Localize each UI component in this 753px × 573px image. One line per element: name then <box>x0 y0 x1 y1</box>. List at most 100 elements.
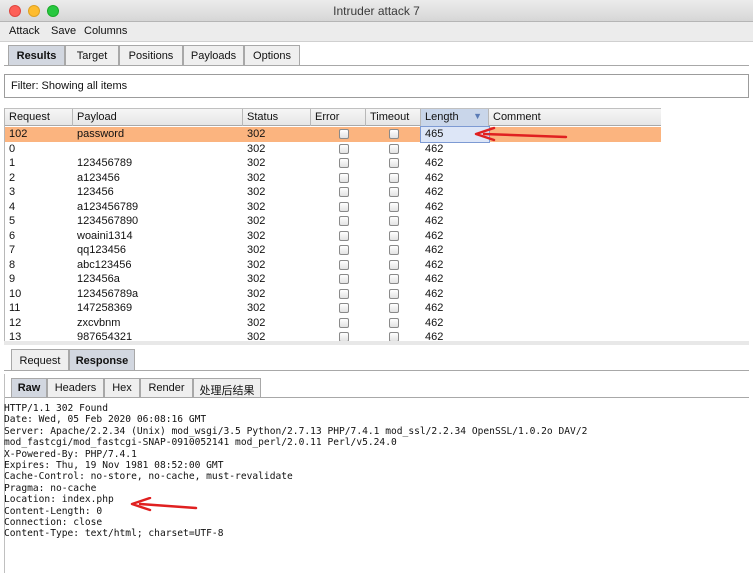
tab-render[interactable]: Render <box>140 378 193 398</box>
table-row[interactable]: 5 1234567890 302 462 <box>5 214 661 229</box>
cell-length: 462 <box>425 229 444 242</box>
cell-payload: 987654321 <box>77 331 133 341</box>
timeout-checkbox <box>389 187 399 197</box>
error-checkbox <box>339 332 349 341</box>
table-row[interactable]: 3 123456 302 462 <box>5 185 661 200</box>
error-checkbox <box>339 288 349 299</box>
cell-request: 9 <box>9 273 16 285</box>
cell-length: 462 <box>425 273 444 285</box>
response-line: Location: index.php <box>4 494 114 506</box>
cell-payload: woaini1314 <box>77 229 133 242</box>
table-row[interactable]: 11 147258369 302 462 <box>5 301 661 316</box>
table-row[interactable]: 6 woaini1314 302 462 <box>5 229 661 244</box>
tab-processed-result[interactable]: 处理后结果 <box>193 378 261 398</box>
cell-payload: a123456789 <box>77 200 139 213</box>
tab-raw[interactable]: Raw <box>11 378 47 398</box>
response-line: HTTP/1.1 302 Found <box>4 403 108 414</box>
table-row[interactable]: 10 123456789a 302 462 <box>5 287 661 302</box>
error-checkbox <box>339 274 349 284</box>
cell-request: 5 <box>9 215 16 227</box>
cell-request: 2 <box>9 171 16 184</box>
menu-attack[interactable]: Attack <box>9 25 40 37</box>
timeout-checkbox <box>389 259 399 270</box>
tab-request[interactable]: Request <box>11 349 69 371</box>
horizontal-scrollbar[interactable] <box>4 341 749 345</box>
cell-length: 462 <box>425 171 444 184</box>
column-header-payload[interactable]: Payload <box>73 109 243 126</box>
cell-status: 302 <box>247 215 266 227</box>
raw-response-text[interactable]: HTTP/1.1 302 Found Date: Wed, 05 Feb 2020… <box>4 403 749 540</box>
menu-save[interactable]: Save <box>51 25 76 37</box>
error-checkbox <box>339 143 349 154</box>
title-bar: Intruder attack 7 <box>0 0 753 22</box>
cell-status: 302 <box>247 200 266 213</box>
timeout-checkbox <box>389 129 399 139</box>
menu-columns[interactable]: Columns <box>84 25 127 37</box>
cell-status: 302 <box>247 229 266 242</box>
tab-response[interactable]: Response <box>69 349 135 371</box>
tabs-divider <box>4 65 749 66</box>
timeout-checkbox <box>389 274 399 284</box>
column-header-request[interactable]: Request <box>5 109 73 126</box>
error-checkbox <box>339 317 349 328</box>
table-row[interactable]: 7 qq123456 302 462 <box>5 243 661 258</box>
filter-bar[interactable]: Filter: Showing all items <box>4 74 749 98</box>
timeout-checkbox <box>389 317 399 328</box>
cell-status: 302 <box>247 316 266 329</box>
cell-request: 102 <box>9 128 28 140</box>
error-checkbox <box>339 259 349 270</box>
response-line: Cache-Control: no-store, no-cache, must-… <box>4 471 293 483</box>
cell-status: 302 <box>247 331 266 341</box>
column-header-comment[interactable]: Comment <box>489 109 661 126</box>
column-header-timeout[interactable]: Timeout <box>366 109 421 126</box>
table-row[interactable]: 4 a123456789 302 462 <box>5 200 661 215</box>
column-header-length[interactable]: Length ▼ <box>421 109 489 126</box>
table-row[interactable]: 9 123456a 302 462 <box>5 272 661 287</box>
cell-payload: 123456 <box>77 186 114 198</box>
timeout-checkbox <box>389 172 399 183</box>
cell-length: 462 <box>425 200 444 213</box>
annotation-arrow-location <box>130 497 198 512</box>
timeout-checkbox <box>389 143 399 154</box>
error-checkbox <box>339 303 349 313</box>
error-checkbox <box>339 172 349 183</box>
column-header-error[interactable]: Error <box>311 109 366 126</box>
cell-request: 12 <box>9 316 22 329</box>
error-checkbox <box>339 158 349 168</box>
response-line: mod_fastcgi/mod_fastcgi-SNAP-0910052141 … <box>4 437 397 449</box>
cell-length: 462 <box>425 316 444 329</box>
response-line: Connection: close <box>4 517 103 529</box>
table-body: 102 password 302 465 0 302 462 1 123456789 302 462… <box>5 126 661 341</box>
column-header-status[interactable]: Status <box>243 109 311 126</box>
timeout-checkbox <box>389 332 399 341</box>
table-row[interactable]: 1 123456789 302 462 <box>5 156 661 171</box>
cell-length: 462 <box>425 186 444 198</box>
tab-options[interactable]: Options <box>244 45 300 66</box>
table-row[interactable]: 8 abc123456 302 462 <box>5 258 661 273</box>
tab-headers[interactable]: Headers <box>47 378 104 398</box>
table-row[interactable]: 12 zxcvbnm 302 462 <box>5 316 661 331</box>
cell-payload: 147258369 <box>77 302 133 314</box>
response-view-tabs-divider <box>5 397 749 398</box>
tab-hex[interactable]: Hex <box>104 378 140 398</box>
table-header: Request Payload Status Error Timeout Len… <box>5 108 661 126</box>
table-row[interactable]: 13 987654321 302 462 <box>5 330 661 341</box>
cell-request: 1 <box>9 157 16 169</box>
cell-request: 6 <box>9 229 16 242</box>
cell-request: 8 <box>9 258 16 271</box>
cell-request: 4 <box>9 200 16 213</box>
tab-payloads[interactable]: Payloads <box>183 45 244 66</box>
timeout-checkbox <box>389 230 399 241</box>
cell-status: 302 <box>247 244 266 256</box>
table-row[interactable]: 2 a123456 302 462 <box>5 171 661 186</box>
cell-request: 10 <box>9 287 22 300</box>
error-checkbox <box>339 216 349 226</box>
cell-status: 302 <box>247 142 266 155</box>
cell-request: 11 <box>9 302 21 314</box>
tab-positions[interactable]: Positions <box>119 45 183 66</box>
tab-target[interactable]: Target <box>65 45 119 66</box>
tab-results[interactable]: Results <box>8 45 65 66</box>
column-header-length-label: Length <box>425 111 459 123</box>
cell-length: 462 <box>425 302 444 314</box>
response-line: Content-Type: text/html; charset=UTF-8 <box>4 528 224 540</box>
